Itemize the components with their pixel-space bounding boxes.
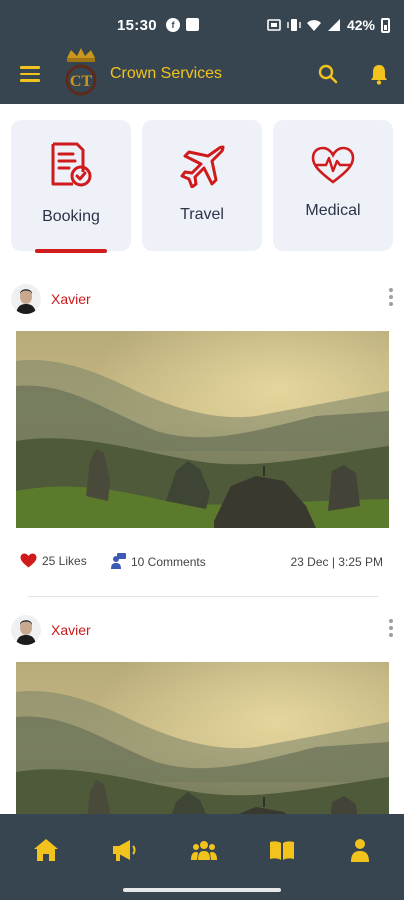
gallery-notification-icon — [186, 18, 199, 31]
battery-percent: 42% — [346, 17, 375, 33]
bottom-navigation — [0, 814, 404, 900]
book-icon[interactable] — [268, 836, 296, 864]
notification-bell-icon[interactable] — [369, 63, 389, 85]
heart-icon — [20, 553, 37, 568]
like-button[interactable]: 25 Likes — [20, 553, 87, 568]
nfc-icon — [267, 19, 281, 31]
post-image[interactable] — [16, 662, 389, 814]
category-card-booking[interactable]: Booking — [11, 120, 131, 251]
category-card-medical[interactable]: Medical — [273, 120, 393, 251]
comments-button[interactable]: 10 Comments — [110, 553, 206, 570]
post-author[interactable]: Xavier — [51, 622, 91, 638]
notification-app-icon: f — [166, 18, 180, 32]
group-icon[interactable] — [190, 836, 218, 864]
more-options-icon[interactable] — [386, 288, 396, 310]
post-date: 23 Dec | 3:25 PM — [290, 555, 384, 569]
status-bar: 15:30 f 42% — [0, 0, 404, 44]
status-notification-icons: f — [166, 18, 199, 32]
selected-category-indicator — [35, 249, 107, 253]
wifi-icon — [306, 20, 321, 31]
hamburger-menu-icon[interactable] — [20, 66, 40, 82]
home-icon[interactable] — [32, 836, 60, 864]
heartbeat-icon — [311, 146, 355, 184]
category-label-travel: Travel — [180, 206, 224, 223]
brand-name: Crown Services — [110, 65, 223, 82]
svg-text:CT: CT — [70, 73, 93, 90]
post-image[interactable] — [16, 331, 389, 528]
crown-logo: CT — [65, 48, 97, 96]
status-time: 15:30 — [117, 17, 157, 34]
signal-icon — [327, 19, 340, 31]
more-options-icon[interactable] — [386, 619, 396, 641]
likes-count: 25 Likes — [42, 553, 87, 568]
airplane-icon — [180, 145, 225, 188]
status-right-icons: 42% — [267, 17, 390, 33]
megaphone-icon[interactable] — [110, 836, 138, 864]
post-divider — [28, 596, 378, 597]
avatar[interactable] — [11, 615, 41, 645]
category-label-medical: Medical — [305, 202, 361, 219]
avatar[interactable] — [11, 284, 41, 314]
search-icon[interactable] — [318, 64, 338, 84]
comment-user-icon — [111, 553, 126, 569]
vibrate-icon — [287, 19, 301, 31]
gesture-bar — [123, 888, 281, 892]
category-card-travel[interactable]: Travel — [142, 120, 262, 251]
booking-icon — [51, 142, 92, 187]
profile-icon[interactable] — [346, 836, 374, 864]
post-stats: 25 Likes 10 Comments 23 Dec | 3:25 PM — [0, 553, 404, 571]
comments-count: 10 Comments — [131, 554, 206, 569]
post-author[interactable]: Xavier — [51, 291, 91, 307]
app-bar: CT Crown Services — [0, 44, 404, 104]
category-label-booking: Booking — [42, 208, 100, 225]
battery-icon — [381, 17, 390, 33]
